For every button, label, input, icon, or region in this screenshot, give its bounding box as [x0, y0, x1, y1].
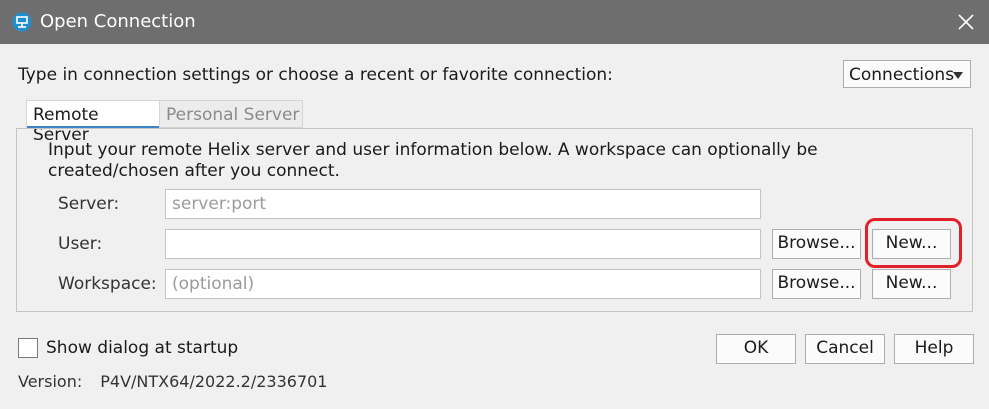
version-value: P4V/NTX64/2022.2/2336701	[100, 372, 328, 391]
tab-remote-server[interactable]: Remote Server	[26, 100, 160, 145]
server-input[interactable]: server:port	[165, 189, 761, 219]
tab-personal-server[interactable]: Personal Server	[160, 100, 303, 128]
workspace-input[interactable]: (optional)	[165, 269, 761, 299]
user-input[interactable]	[165, 229, 761, 259]
close-icon[interactable]	[950, 6, 982, 38]
ok-button[interactable]: OK	[716, 334, 796, 364]
browse-workspace-button[interactable]: Browse...	[772, 269, 861, 299]
new-workspace-button[interactable]: New...	[872, 269, 951, 299]
connections-label: Connections	[849, 65, 955, 85]
intro-text: Type in connection settings or choose a …	[18, 65, 613, 85]
cancel-button[interactable]: Cancel	[805, 334, 885, 364]
version-label: Version:	[18, 372, 83, 391]
show-dialog-label: Show dialog at startup	[46, 338, 239, 358]
remote-description: Input your remote Helix server and user …	[48, 140, 818, 181]
version-info: Version: P4V/NTX64/2022.2/2336701	[18, 372, 327, 391]
p4v-connection-icon	[12, 12, 32, 32]
server-label: Server:	[58, 194, 120, 214]
user-label: User:	[58, 234, 103, 254]
connections-dropdown[interactable]: Connections	[843, 60, 971, 88]
highlight-annotation	[865, 218, 962, 268]
workspace-label: Workspace:	[58, 274, 157, 294]
chevron-down-icon	[953, 72, 963, 79]
help-button[interactable]: Help	[894, 334, 974, 364]
title-bar: Open Connection	[0, 0, 989, 44]
browse-user-button[interactable]: Browse...	[772, 229, 861, 259]
show-dialog-checkbox[interactable]	[18, 338, 38, 358]
window-title: Open Connection	[40, 11, 196, 32]
tab-label: Personal Server	[166, 105, 300, 125]
